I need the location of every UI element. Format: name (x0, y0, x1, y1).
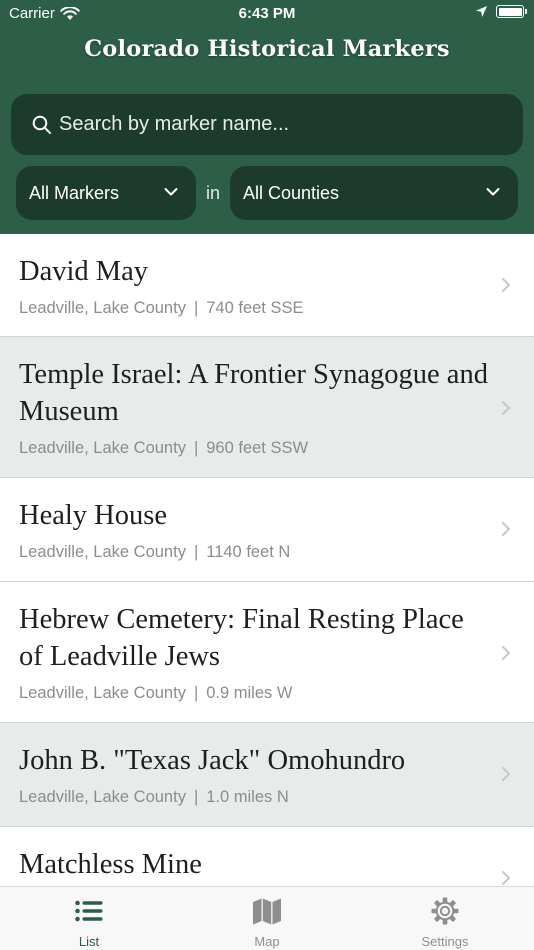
tab-settings-label: Settings (421, 934, 469, 949)
search-input[interactable] (59, 94, 509, 155)
marker-name: David May (19, 256, 149, 287)
chevron-right-icon (502, 871, 510, 885)
marker-name: Hebrew Cemetery: Final Resting Place of … (19, 604, 464, 672)
marker-distance: 1.0 miles N (206, 788, 289, 806)
status-bar: Carrier 6:43 PM (0, 0, 534, 28)
marker-location: Leadville, Lake County (19, 684, 186, 702)
app-title: Colorado Historical Markers (84, 36, 450, 62)
marker-meta: Leadville, Lake County | 1.0 miles N (19, 788, 289, 806)
header: Carrier 6:43 PM Colorado Historical Mark… (0, 0, 534, 234)
chevron-right-icon (502, 767, 510, 781)
list-item[interactable]: Temple Israel: A Frontier Synagogue and … (0, 337, 534, 478)
search-bar[interactable] (11, 94, 523, 155)
search-icon (32, 115, 51, 134)
marker-list[interactable]: David May Leadville, Lake County | 740 fee… (0, 234, 534, 886)
marker-distance: 960 feet SSW (206, 439, 309, 457)
map-icon (253, 898, 281, 925)
location-arrow-icon (476, 6, 487, 17)
marker-distance: 0.9 miles W (206, 684, 293, 702)
gear-icon (431, 897, 459, 925)
marker-location: Leadville, Lake County (19, 788, 186, 806)
county-dropdown[interactable]: All Counties (230, 166, 518, 220)
marker-name: John B. "Texas Jack" Omohundro (19, 745, 406, 776)
list-item[interactable]: Matchless Mine (0, 827, 534, 886)
tab-bar: List Map Settings (0, 886, 534, 950)
marker-location: Leadville, Lake County (19, 439, 186, 457)
marker-type-label: All Markers (29, 182, 120, 203)
marker-meta: Leadville, Lake County | 1140 feet N (19, 543, 291, 561)
chevron-right-icon (502, 401, 510, 415)
marker-name: Healy House (19, 500, 167, 531)
tab-list[interactable]: List (0, 887, 178, 950)
tab-settings[interactable]: Settings (356, 887, 534, 950)
tab-map[interactable]: Map (178, 887, 356, 950)
chevron-right-icon (502, 522, 510, 536)
tab-map-label: Map (254, 934, 280, 949)
list-item[interactable]: Healy House Leadville, Lake County | 1140 … (0, 478, 534, 582)
filter-connector: in (205, 183, 220, 203)
marker-meta: Leadville, Lake County | 960 feet SSW (19, 439, 309, 457)
chevron-right-icon (502, 278, 510, 292)
marker-name: Matchless Mine (19, 849, 202, 880)
marker-meta: Leadville, Lake County | 0.9 miles W (19, 684, 293, 702)
list-item[interactable]: Hebrew Cemetery: Final Resting Place of … (0, 582, 534, 723)
list-item[interactable]: John B. "Texas Jack" Omohundro Leadville… (0, 723, 534, 827)
tab-list-label: List (78, 934, 100, 949)
battery-icon (496, 5, 527, 18)
status-time: 6:43 PM (238, 5, 296, 22)
marker-location: Leadville, Lake County (19, 299, 186, 317)
chevron-right-icon (502, 646, 510, 660)
marker-distance: 1140 feet N (206, 543, 291, 561)
marker-type-dropdown[interactable]: All Markers (16, 166, 196, 220)
list-item[interactable]: David May Leadville, Lake County | 740 fee… (0, 234, 534, 337)
county-label: All Counties (243, 182, 340, 203)
marker-distance: 740 feet SSE (206, 299, 304, 317)
list-icon (75, 900, 103, 922)
marker-name: Temple Israel: A Frontier Synagogue and … (19, 359, 488, 427)
marker-meta: Leadville, Lake County | 740 feet SSE (19, 299, 304, 317)
chevron-down-icon (164, 188, 178, 196)
chevron-down-icon (486, 188, 500, 196)
marker-location: Leadville, Lake County (19, 543, 186, 561)
